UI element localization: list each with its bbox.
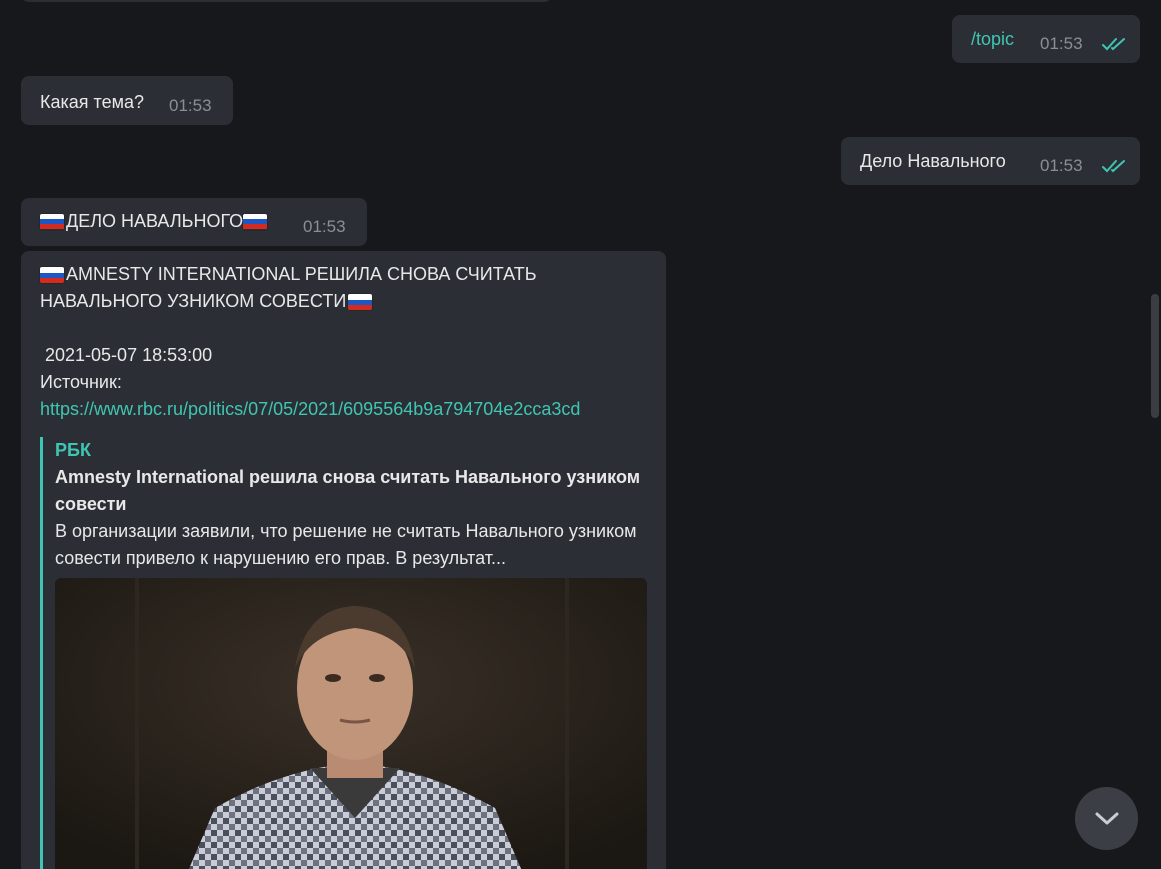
chevron-down-icon <box>1095 812 1118 824</box>
incoming-message-news[interactable]: AMNESTY INTERNATIONAL РЕШИЛА СНОВА СЧИТА… <box>21 251 666 869</box>
russian-flag-icon <box>243 213 268 230</box>
preview-photo <box>55 578 647 869</box>
outgoing-message-answer[interactable]: Дело Навального 01:53 <box>841 137 1140 185</box>
double-check-icon <box>1102 38 1125 51</box>
news-title: AMNESTY INTERNATIONAL РЕШИЛА СНОВА СЧИТА… <box>40 261 600 315</box>
chat-history[interactable]: /topic 01:53 Какая тема? 01:53 Дело Нава… <box>0 0 1161 869</box>
news-date: 2021-05-07 18:53:00 <box>45 345 213 365</box>
news-source-link[interactable]: https://www.rbc.ru/politics/07/05/2021/6… <box>40 396 580 423</box>
outgoing-message-topic[interactable]: /topic 01:53 <box>952 15 1140 63</box>
preview-image[interactable] <box>55 578 647 869</box>
incoming-message-header[interactable]: ДЕЛО НАВАЛЬНОГО 01:53 <box>21 198 367 246</box>
scrollbar-thumb[interactable] <box>1151 294 1159 418</box>
message-text: Дело Навального <box>860 151 1006 171</box>
news-source-label: Источник: <box>40 372 122 392</box>
header-label: ДЕЛО НАВАЛЬНОГО <box>66 211 244 231</box>
incoming-message-question[interactable]: Какая тема? 01:53 <box>21 76 233 125</box>
message-text[interactable]: /topic <box>971 26 1014 53</box>
message-text: Какая тема? <box>40 92 144 112</box>
preview-description: В организации заявили, что решение не сч… <box>55 521 637 568</box>
preview-site-name: РБК <box>55 440 91 460</box>
russian-flag-icon <box>348 294 373 311</box>
message-time: 01:53 <box>303 217 346 236</box>
russian-flag-icon <box>40 213 64 230</box>
russian-flag-icon <box>40 267 64 284</box>
link-preview[interactable]: РБК Amnesty International решила снова с… <box>40 437 647 869</box>
previous-message-bubble <box>21 0 552 2</box>
preview-title: Amnesty International решила снова счита… <box>55 467 641 514</box>
message-time: 01:53 <box>1040 156 1083 175</box>
news-title-line2: НАВАЛЬНОГО УЗНИКОМ СОВЕСТИ <box>40 291 347 311</box>
message-time: 01:53 <box>1040 34 1083 53</box>
message-text: ДЕЛО НАВАЛЬНОГО <box>40 208 269 235</box>
scroll-to-bottom-button[interactable] <box>1075 787 1138 850</box>
double-check-icon <box>1102 160 1125 173</box>
news-title-line1: AMNESTY INTERNATIONAL РЕШИЛА СНОВА СЧИТА… <box>66 264 537 284</box>
message-time: 01:53 <box>169 96 212 115</box>
